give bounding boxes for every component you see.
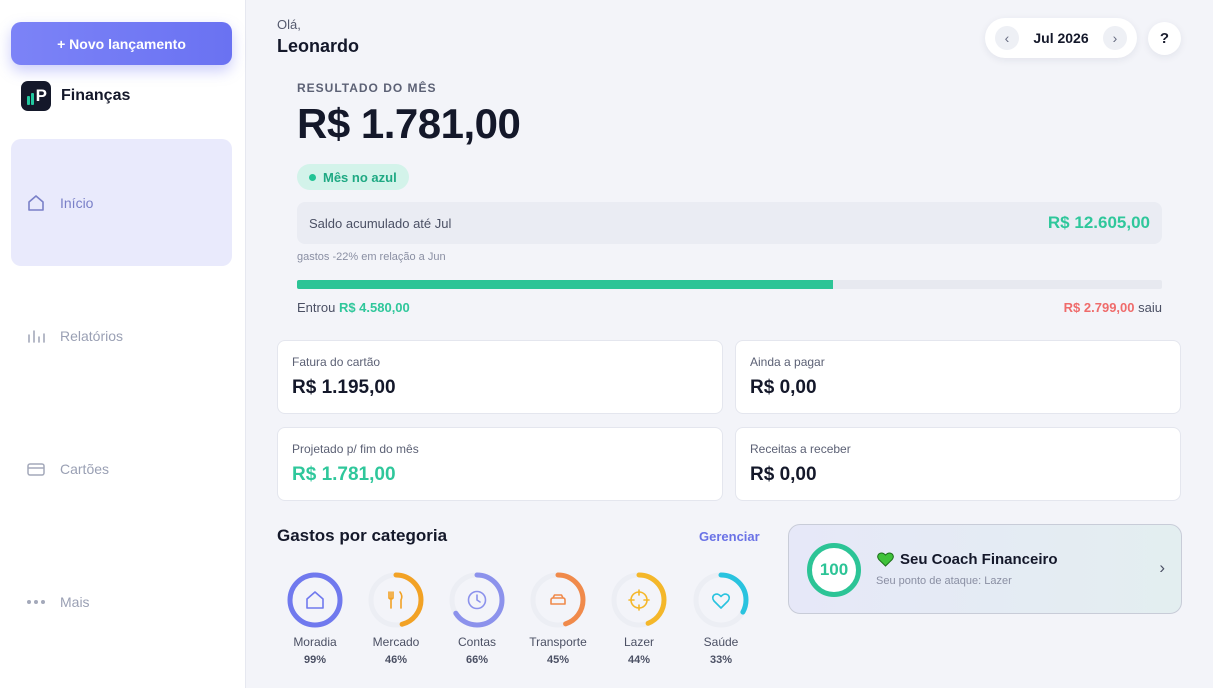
category-ring <box>693 572 749 628</box>
current-month[interactable]: Jul 2026 <box>1033 30 1088 46</box>
income-summary: Entrou R$ 4.580,00 <box>297 300 410 315</box>
category-name: Contas <box>457 635 497 649</box>
target-icon <box>628 589 650 611</box>
sidebar-item-label: Início <box>60 194 94 211</box>
coach-score: 100 <box>807 543 861 597</box>
category-name: Saúde <box>703 635 739 649</box>
help-button[interactable]: ? <box>1148 22 1181 55</box>
card-label: Projetado p/ fim do mês <box>292 442 419 456</box>
category-mercado[interactable]: Mercado 46% <box>359 571 433 666</box>
categories-title: Gastos por categoria <box>277 526 448 545</box>
income-label: Entrou <box>297 300 336 315</box>
category-percent: 33% <box>709 654 733 666</box>
category-name: Moradia <box>293 635 337 649</box>
clock-icon <box>467 590 487 610</box>
card-icon <box>26 459 46 479</box>
category-name: Lazer <box>623 635 655 649</box>
category-contas[interactable]: Contas 66% <box>440 571 514 666</box>
month-picker: ‹ Jul 2026 › <box>985 18 1137 58</box>
category-percent: 44% <box>627 654 651 666</box>
balance-value: R$ 12.605,00 <box>1047 213 1150 232</box>
result-value: R$ 1.781,00 <box>297 100 521 147</box>
card-still-to-pay[interactable]: Ainda a pagar R$ 0,00 <box>735 340 1181 414</box>
category-ring <box>530 572 586 628</box>
income-expense-progress <box>297 280 1162 289</box>
user-name: Leonardo <box>277 36 360 56</box>
category-percent: 66% <box>465 654 489 666</box>
card-value: R$ 1.781,00 <box>292 464 396 485</box>
prev-month-button[interactable]: ‹ <box>995 26 1019 50</box>
category-percent: 99% <box>303 654 327 666</box>
accumulated-balance: Saldo acumulado até Jul R$ 12.605,00 <box>297 202 1162 244</box>
category-percent: 45% <box>546 654 570 666</box>
category-name: Transporte <box>529 635 587 649</box>
sidebar-item-mais[interactable]: Mais <box>11 538 232 665</box>
card-income-to-receive[interactable]: Receitas a receber R$ 0,00 <box>735 427 1181 501</box>
category-moradia[interactable]: Moradia 99% <box>278 571 352 666</box>
expense-label: saiu <box>1138 300 1162 315</box>
brand[interactable]: P Finanças <box>21 81 130 111</box>
card-label: Ainda a pagar <box>750 355 825 369</box>
category-ring <box>611 572 667 628</box>
expense-summary: R$ 2.799,00 saiu <box>1064 300 1162 315</box>
green-heart-icon <box>877 552 894 567</box>
category-saude[interactable]: Saúde 33% <box>684 571 758 666</box>
home-icon <box>26 193 46 213</box>
next-month-button[interactable]: › <box>1102 26 1127 50</box>
category-lazer[interactable]: Lazer 44% <box>602 571 676 666</box>
category-transporte[interactable]: Transporte 45% <box>521 571 595 666</box>
category-ring <box>287 572 343 628</box>
new-entry-button[interactable]: + Novo lançamento <box>11 22 232 65</box>
car-icon <box>550 594 566 605</box>
greeting: Olá, <box>277 17 301 32</box>
sidebar-item-label: Mais <box>60 593 90 610</box>
heart-icon <box>711 593 731 609</box>
category-ring <box>368 572 424 628</box>
chevron-right-icon: › <box>1159 558 1165 577</box>
coach-title: Seu Coach Financeiro <box>900 551 1058 568</box>
progress-fill <box>297 280 834 289</box>
result-title: RESULTADO DO MÊS <box>297 81 437 95</box>
card-credit-invoice[interactable]: Fatura do cartão R$ 1.195,00 <box>277 340 723 414</box>
coach-title-row: Seu Coach Financeiro <box>877 551 1058 568</box>
bar-chart-icon <box>26 326 46 346</box>
card-label: Fatura do cartão <box>292 355 381 369</box>
sidebar: + Novo lançamento P Finanças Início Rela… <box>0 0 246 688</box>
app-logo-icon: P <box>21 81 51 111</box>
income-value: R$ 4.580,00 <box>338 300 410 315</box>
sidebar-item-label: Cartões <box>60 460 110 477</box>
sidebar-item-cartoes[interactable]: Cartões <box>11 405 232 532</box>
card-projected-month-end[interactable]: Projetado p/ fim do mês R$ 1.781,00 <box>277 427 723 501</box>
card-value: R$ 0,00 <box>750 464 817 485</box>
sidebar-item-label: Relatórios <box>60 327 124 344</box>
financial-coach-card[interactable]: 100 Seu Coach Financeiro Seu ponto de at… <box>788 524 1182 614</box>
expense-value: R$ 2.799,00 <box>1063 300 1135 315</box>
card-value: R$ 0,00 <box>750 377 817 398</box>
house-icon <box>306 591 324 609</box>
coach-subtitle: Seu ponto de ataque: Lazer <box>876 575 1012 587</box>
category-percent: 46% <box>384 654 408 666</box>
sidebar-item-relatorios[interactable]: Relatórios <box>11 272 232 399</box>
spending-comparison-note: gastos -22% em relação a Jun <box>297 251 446 263</box>
category-ring <box>449 572 505 628</box>
card-value: R$ 1.195,00 <box>292 377 396 398</box>
status-badge-label: Mês no azul <box>323 169 397 185</box>
manage-categories-link[interactable]: Gerenciar <box>699 529 760 544</box>
brand-name: Finanças <box>61 87 131 104</box>
balance-label: Saldo acumulado até Jul <box>309 215 452 231</box>
cutlery-icon <box>388 591 403 609</box>
card-label: Receitas a receber <box>750 442 851 456</box>
status-badge: Mês no azul <box>297 164 409 190</box>
category-name: Mercado <box>372 635 420 649</box>
sidebar-item-inicio[interactable]: Início <box>11 139 232 266</box>
status-dot-icon <box>309 173 316 181</box>
more-icon <box>26 592 46 612</box>
logo-letter: P <box>35 86 47 105</box>
